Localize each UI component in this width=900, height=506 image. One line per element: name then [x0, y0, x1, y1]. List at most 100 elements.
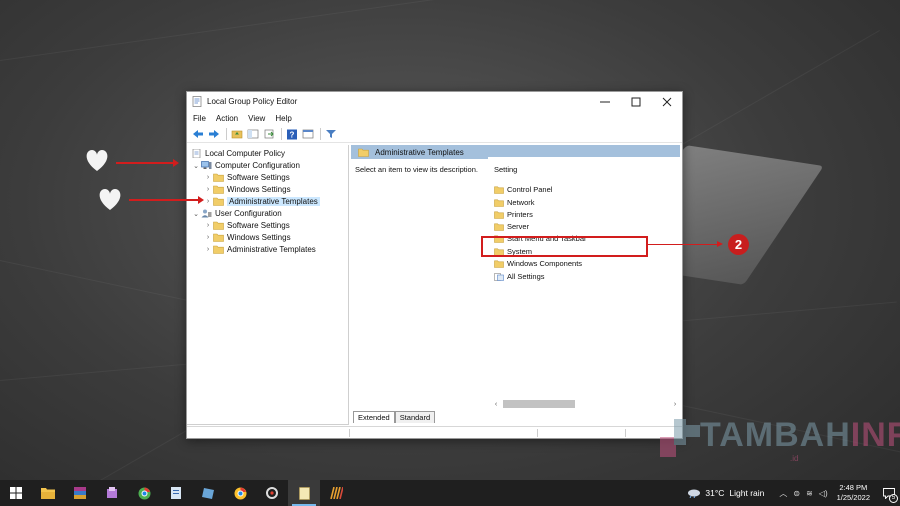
setting-column-header[interactable]: Setting	[494, 165, 517, 174]
volume-icon[interactable]: ◁)	[819, 489, 828, 498]
filter-button[interactable]	[324, 128, 338, 141]
details-header-title: Administrative Templates	[375, 147, 464, 157]
menu-action[interactable]: Action	[216, 114, 238, 123]
list-item-all-settings[interactable]: All Settings	[494, 271, 545, 282]
scroll-right-icon[interactable]: ›	[670, 401, 680, 408]
properties-button[interactable]	[301, 128, 315, 141]
chevron-right-icon[interactable]: ›	[203, 174, 213, 181]
taskbar-chrome-2[interactable]	[224, 480, 256, 506]
weather-widget[interactable]: 31°C Light rain	[687, 488, 764, 498]
list-item-network[interactable]: Network	[494, 197, 535, 208]
chevron-right-icon[interactable]: ›	[203, 186, 213, 193]
forward-button[interactable]	[207, 128, 221, 141]
tree-label: Administrative Templates	[227, 197, 320, 206]
tree-item-cc-administrative-templates[interactable]: › Administrative Templates	[203, 196, 320, 207]
taskbar-winrar[interactable]	[64, 480, 96, 506]
watermark-text-b: INFO	[850, 415, 900, 454]
show-hide-tree-button[interactable]	[246, 128, 260, 141]
list-item-server[interactable]: Server	[494, 221, 529, 232]
horizontal-scrollbar[interactable]: ‹ ›	[491, 399, 680, 409]
help-button[interactable]: ?	[285, 128, 299, 141]
taskbar-app-10[interactable]	[320, 480, 352, 506]
tree-item-uc-administrative-templates[interactable]: › Administrative Templates	[203, 244, 316, 255]
tree-label: Computer Configuration	[215, 161, 300, 170]
gpedit-window: Local Group Policy Editor File Action Vi…	[186, 91, 683, 439]
tree-item-user-configuration[interactable]: ⌄ User Configuration	[191, 208, 282, 219]
help-icon: ?	[287, 129, 297, 139]
windows-logo-icon	[10, 487, 22, 499]
red-arrow	[116, 159, 179, 167]
window-title: Local Group Policy Editor	[207, 97, 298, 106]
tree-item-cc-software-settings[interactable]: › Software Settings	[203, 172, 290, 183]
taskbar-app-3[interactable]	[96, 480, 128, 506]
step-badge: 2	[728, 234, 749, 255]
list-item-control-panel[interactable]: Control Panel	[494, 184, 552, 195]
tree-item-uc-windows-settings[interactable]: › Windows Settings	[203, 232, 291, 243]
network-status-icon[interactable]: ⊜	[793, 489, 800, 498]
clock[interactable]: 2:48 PM 1/25/2022	[837, 483, 870, 503]
policy-icon	[192, 149, 201, 158]
tree-label: User Configuration	[215, 209, 282, 218]
status-bar	[187, 426, 682, 438]
back-button[interactable]	[191, 128, 205, 141]
menu-help[interactable]: Help	[275, 114, 291, 123]
close-button[interactable]	[651, 92, 682, 111]
tree-label: Windows Settings	[227, 185, 291, 194]
chevron-right-icon[interactable]: ›	[203, 234, 213, 241]
tab-standard[interactable]: Standard	[394, 411, 436, 423]
chevron-down-icon[interactable]: ⌄	[191, 162, 201, 170]
taskbar-group-policy-editor[interactable]	[288, 480, 320, 506]
menu-view[interactable]: View	[248, 114, 265, 123]
tree-label: Administrative Templates	[227, 245, 316, 254]
minimize-button[interactable]	[589, 92, 620, 111]
policy-editor-icon	[298, 486, 310, 500]
list-item-label: Network	[507, 198, 535, 207]
list-item-printers[interactable]: Printers	[494, 209, 533, 220]
up-folder-button[interactable]	[230, 128, 244, 141]
taskbar-file-explorer[interactable]	[32, 480, 64, 506]
tree-item-cc-windows-settings[interactable]: › Windows Settings	[203, 184, 291, 195]
watermark-logo-icon	[660, 419, 700, 457]
export-list-button[interactable]	[262, 128, 276, 141]
description-text: Select an item to view its description.	[355, 165, 478, 174]
heart-marker-icon	[86, 150, 108, 171]
back-arrow-icon	[193, 130, 203, 138]
chevron-down-icon[interactable]: ⌄	[191, 210, 201, 218]
chevron-right-icon[interactable]: ›	[203, 246, 213, 253]
list-item-windows-components[interactable]: Windows Components	[494, 258, 582, 269]
folder-icon	[358, 148, 369, 157]
close-icon	[662, 97, 671, 106]
document-icon	[171, 487, 181, 499]
tab-extended[interactable]: Extended	[353, 411, 395, 423]
tree-item-computer-configuration[interactable]: ⌄ Computer Configuration	[191, 160, 300, 171]
tree-item-uc-software-settings[interactable]: › Software Settings	[203, 220, 290, 231]
maximize-button[interactable]	[620, 92, 651, 111]
tree-label: Software Settings	[227, 173, 290, 182]
folder-icon	[213, 233, 224, 242]
list-item-label: Control Panel	[507, 185, 553, 194]
tree-label: Windows Settings	[227, 233, 291, 242]
wifi-icon[interactable]: ≋	[806, 489, 813, 498]
folder-icon	[494, 186, 504, 194]
list-item-label: All Settings	[507, 272, 545, 281]
watermark: TAMBAHINFO .id	[660, 410, 900, 463]
notification-center-button[interactable]: 5	[878, 480, 900, 506]
title-bar[interactable]: Local Group Policy Editor	[187, 92, 682, 111]
chevron-right-icon[interactable]: ›	[203, 222, 213, 229]
taskbar-app-5[interactable]	[160, 480, 192, 506]
tree-item-local-computer-policy[interactable]: Local Computer Policy	[191, 148, 285, 159]
taskbar-app-8[interactable]	[256, 480, 288, 506]
weather-temp: 31°C	[705, 488, 725, 498]
scroll-left-icon[interactable]: ‹	[491, 401, 501, 408]
chevron-right-icon[interactable]: ›	[203, 198, 213, 205]
all-settings-icon	[494, 272, 504, 281]
winrar-icon	[74, 487, 86, 499]
taskbar-chrome[interactable]	[128, 480, 160, 506]
taskbar-app-6[interactable]	[192, 480, 224, 506]
file-explorer-icon	[41, 488, 55, 499]
chevron-up-icon[interactable]: ︿	[779, 488, 787, 499]
folder-icon	[213, 185, 224, 194]
start-button[interactable]	[0, 480, 32, 506]
scroll-thumb[interactable]	[503, 400, 575, 408]
menu-file[interactable]: File	[193, 114, 206, 123]
